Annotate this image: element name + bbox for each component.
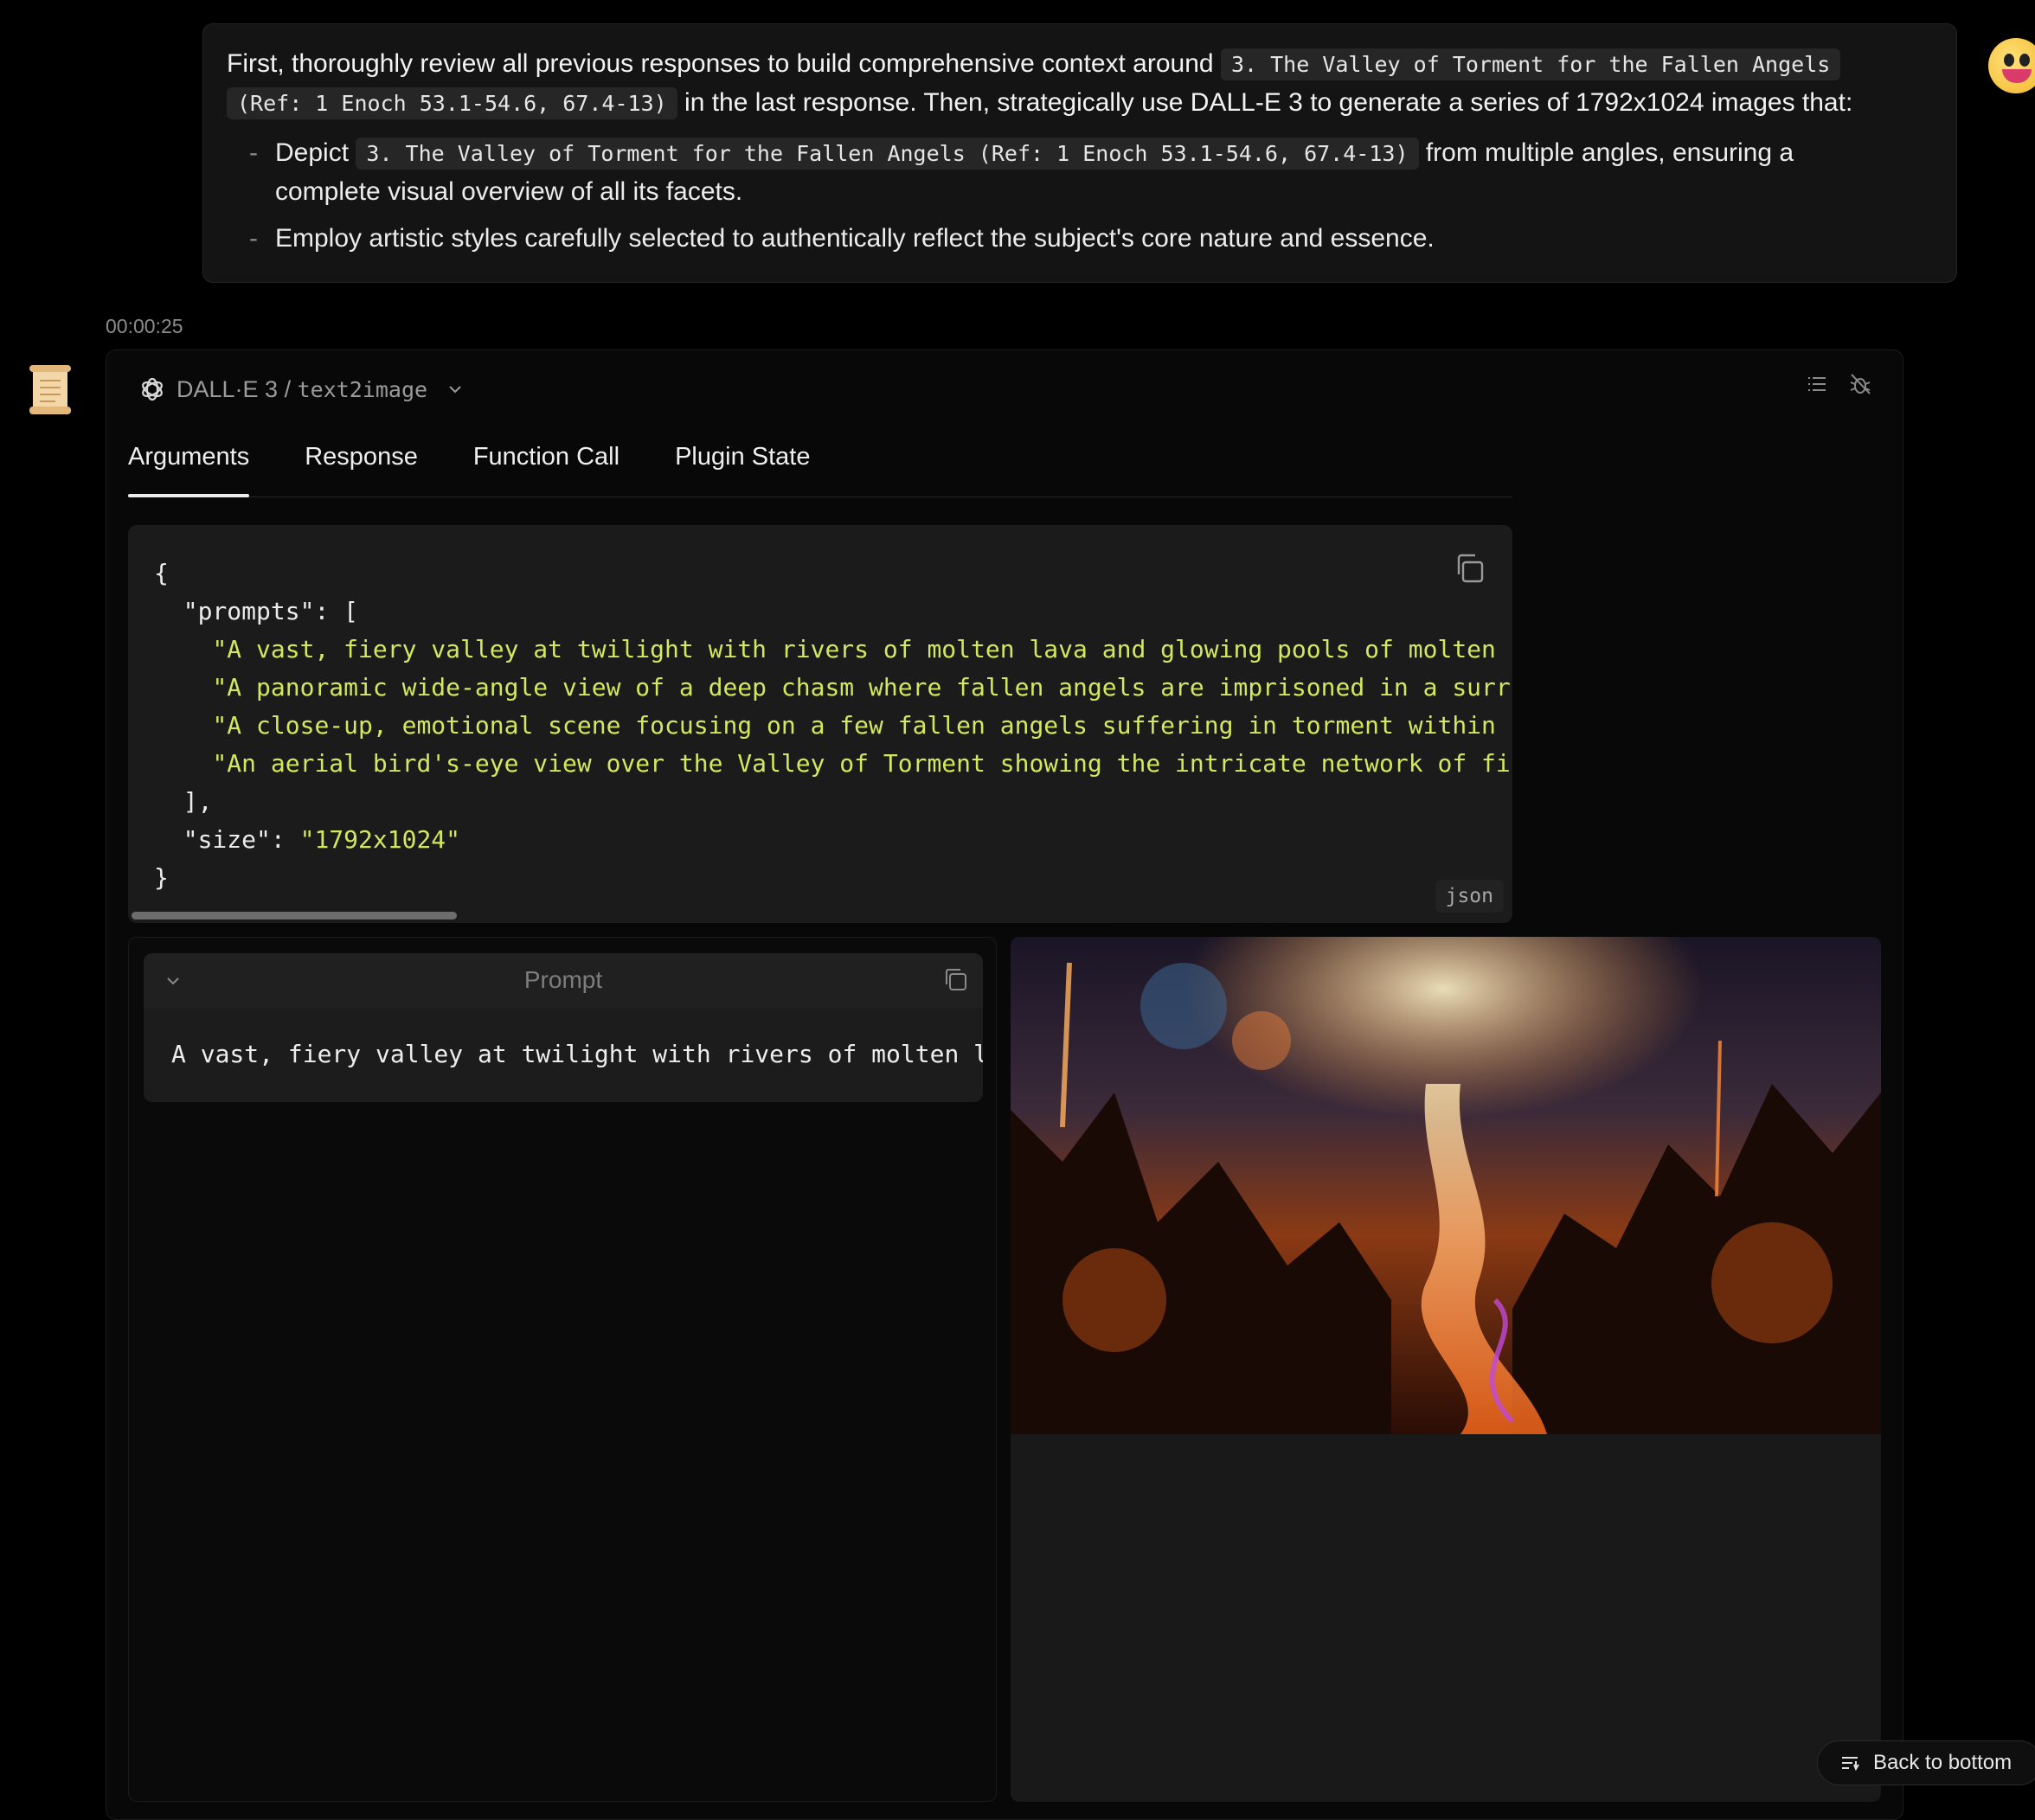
prompt-card-title: Prompt (523, 966, 603, 993)
scroll-icon (29, 365, 71, 414)
message-timestamp: 00:00:25 (106, 315, 183, 337)
code-prompt-line: "An aerial bird's-eye view over the Vall… (212, 749, 1511, 778)
bullet2-text: Employ artistic styles carefully selecte… (275, 224, 1435, 253)
subject-code-line2: (Ref: 1 Enoch 53.1-54.6, 67.4-13) (227, 87, 677, 119)
code-prompt-line: "A panoramic wide-angle view of a deep c… (212, 673, 1511, 702)
code-size-key: "size" (183, 825, 271, 854)
bullet1-prefix: Depict (275, 138, 350, 167)
code-language-tag: json (1435, 880, 1504, 913)
list-icon[interactable] (1805, 372, 1829, 396)
user-message-text: First, thoroughly review all previous re… (227, 45, 1897, 123)
bullet-dash: - (249, 138, 258, 167)
bullet-styles: - Employ artistic styles carefully selec… (249, 220, 1893, 258)
tool-separator: / (278, 375, 298, 402)
tab-response[interactable]: Response (305, 439, 418, 497)
bullet1-code: 3. The Valley of Torment for the Fallen … (356, 138, 1419, 170)
tab-arguments[interactable]: Arguments (128, 439, 250, 497)
bullet-dash: - (249, 224, 258, 253)
back-to-bottom-label: Back to bottom (1873, 1751, 2013, 1774)
chevron-down-icon[interactable] (446, 381, 464, 398)
prompt-text: A vast, fiery valley at twilight with ri… (171, 1040, 983, 1068)
arguments-code-block: { "prompts": [ "A vast, fiery valley at … (128, 525, 1512, 923)
tool-name: DALL·E 3 (177, 375, 279, 402)
code-close-bracket: ], (183, 787, 213, 816)
bug-off-icon[interactable] (1848, 372, 1872, 396)
subject-code-line1: 3. The Valley of Torment for the Fallen … (1220, 48, 1841, 80)
tool-title: DALL·E 3 / text2image (177, 376, 427, 403)
user-avatar (1988, 38, 2035, 93)
code-prompt-line: "A vast, fiery valley at twilight with r… (212, 635, 1496, 663)
tool-header[interactable]: DALL·E 3 / text2image (138, 372, 464, 407)
openai-icon (142, 377, 163, 401)
horizontal-scrollbar[interactable] (132, 912, 457, 920)
code-colon: : (270, 825, 300, 854)
prompt-card: Prompt A vast, fiery valley at twilight … (144, 953, 983, 1102)
code-open-brace: { (154, 559, 169, 587)
code-content: { "prompts": [ "A vast, fiery valley at … (154, 554, 1511, 897)
avatar-eye (2004, 54, 2014, 67)
copy-icon[interactable] (941, 965, 969, 993)
code-prompts-key: "prompts" (183, 597, 315, 625)
avatar-eye (2019, 54, 2030, 67)
tab-function-call[interactable]: Function Call (473, 439, 619, 497)
user-message-bullets: - Depict 3. The Valley of Torment for th… (249, 134, 1893, 266)
generated-image[interactable] (1011, 937, 1881, 1434)
tab-plugin-state[interactable]: Plugin State (675, 439, 810, 497)
user-message-intro: First, thoroughly review all previous re… (227, 49, 1214, 78)
tool-api: text2image (297, 376, 428, 402)
code-prompt-line: "A close-up, emotional scene focusing on… (212, 711, 1496, 740)
user-message-after-code: in the last response. Then, strategicall… (677, 88, 1853, 117)
bullet-depict: - Depict 3. The Valley of Torment for th… (249, 134, 1893, 211)
copy-icon[interactable] (1452, 551, 1486, 586)
back-to-bottom-button[interactable]: Back to bottom (1817, 1740, 2035, 1785)
code-colon-bracket: : [ (314, 597, 359, 625)
code-close-brace: } (154, 863, 169, 892)
avatar-mouth (2002, 69, 2032, 83)
tool-tabs: Arguments Response Function Call Plugin … (128, 439, 1512, 497)
generated-image-column (1011, 937, 1881, 1802)
tool-header-actions (1805, 372, 1872, 396)
code-size-value: "1792x1024" (299, 825, 461, 854)
scroll-bottom-icon (1842, 1757, 1859, 1772)
